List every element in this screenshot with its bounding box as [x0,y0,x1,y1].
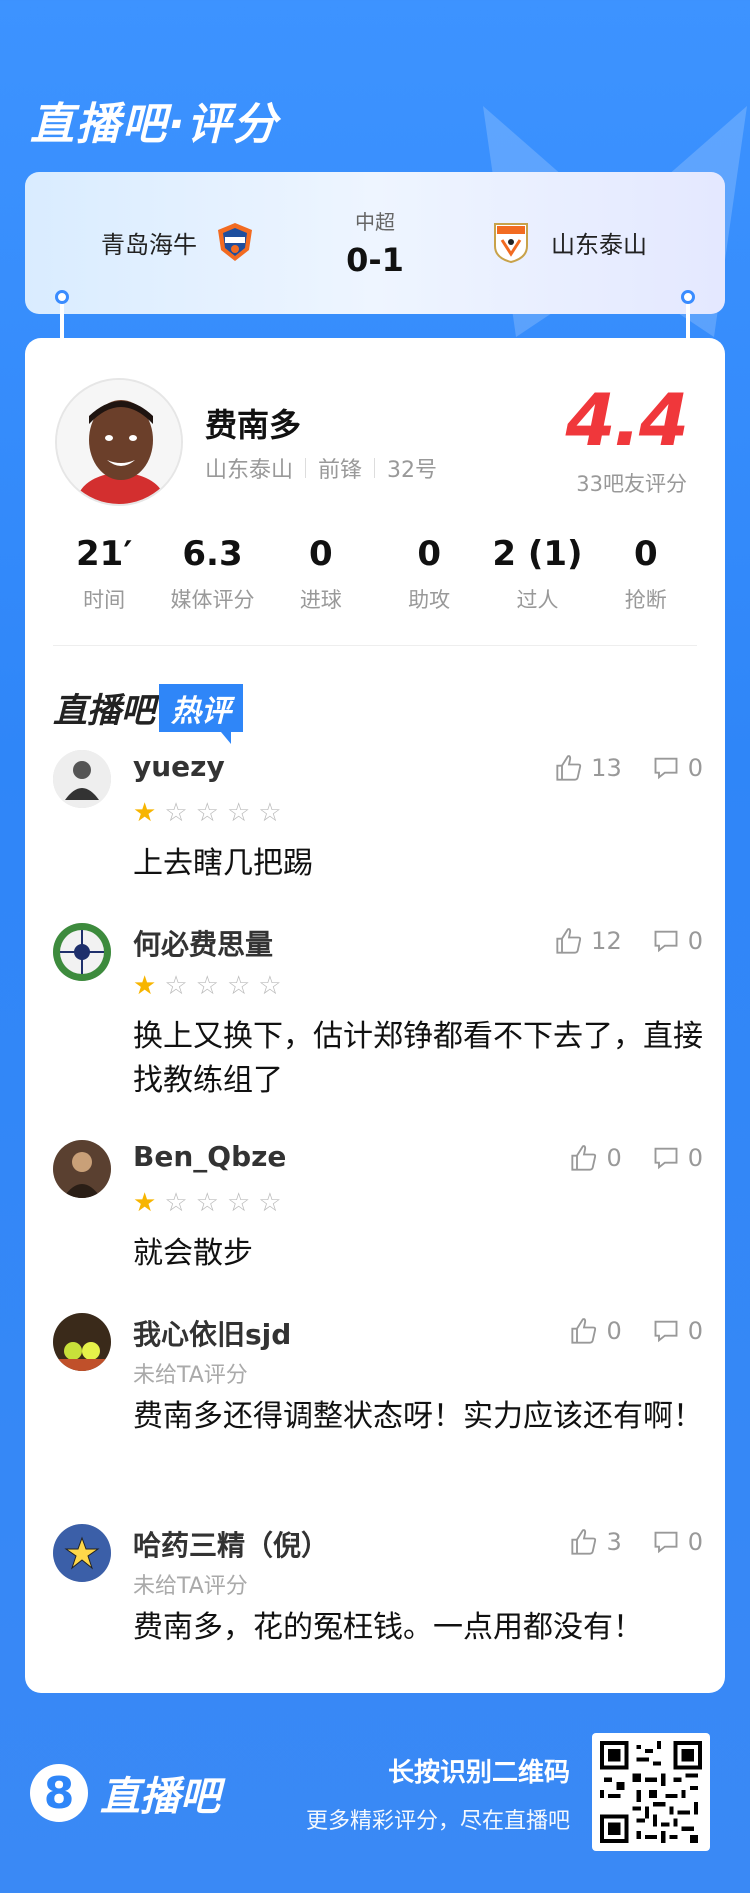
player-team: 山东泰山 [205,458,294,483]
qr-subtext: 更多精彩评分，尽在直播吧 [305,1809,570,1834]
away-team-logo-icon [494,223,528,264]
qr-code[interactable] [592,1733,710,1851]
player-position: 前锋 [318,458,363,483]
comment-actions: 3 0 [540,1528,703,1556]
player-meta: 山东泰山 前锋 32号 [205,452,437,484]
unrated-label: 未给TA评分 [133,1363,248,1388]
meta-divider [305,458,307,478]
comment-text: 就会散步 [133,1236,253,1271]
comment-bubble-icon [654,1320,678,1343]
stat-goals: 0 进球 [299,534,342,612]
reply-button[interactable]: 0 [652,927,703,955]
comment-actions: 13 0 [525,754,703,782]
brand-title: 直播吧·评分 [30,99,279,150]
like-button[interactable]: 3 [570,1528,622,1556]
stat-tackles: 0 抢断 [624,534,667,612]
star-icon: ★ [133,798,157,828]
comment-bubble-icon [654,930,678,953]
star-icon: ☆ [195,1188,219,1218]
commenter-avatar[interactable] [53,750,111,808]
star-rating: ★ ☆ ☆ ☆ ☆ [133,973,290,999]
star-rating: ★ ☆ ☆ ☆ ☆ [133,1190,290,1216]
thumbs-up-icon [556,928,582,954]
player-name: 费南多 [205,406,302,444]
reply-button[interactable]: 0 [652,754,703,782]
brand-logo-icon: 8 [30,1764,88,1822]
star-icon: ☆ [258,971,282,1001]
star-icon: ☆ [164,798,188,828]
qr-prompt: 长按识别二维码 [387,1758,570,1788]
match-card: 青岛海牛 中超 0-1 山东泰山 [25,172,725,314]
hot-comments-title: 直播吧 热评 [53,683,243,744]
stat-assists: 0 助攻 [408,534,451,612]
rating-card: 费南多 山东泰山 前锋 32号 4.4 33吧友评分 21′ 时间 6.3 媒体… [25,338,725,1693]
like-button[interactable]: 0 [570,1317,622,1345]
player-stats: 21′ 时间 6.3 媒体评分 0 进球 0 助攻 2 (1) 过人 0 抢断 [50,534,700,614]
footer-cta: 长按识别二维码 更多精彩评分，尽在直播吧 [306,1752,570,1835]
thumbs-up-icon [571,1145,597,1171]
stat-media-rating: 6.3 媒体评分 [170,534,255,612]
fan-rating-label: 33吧友评分 [576,472,687,496]
commenter-avatar[interactable] [53,1313,111,1371]
star-icon: ☆ [258,1188,282,1218]
star-icon: ☆ [164,1188,188,1218]
player-number: 32号 [387,458,438,483]
meta-divider [374,458,376,478]
star-rating: ★ ☆ ☆ ☆ ☆ [133,800,290,826]
star-icon: ☆ [195,971,219,1001]
section-divider [53,645,697,646]
star-icon: ☆ [164,971,188,1001]
reply-button[interactable]: 0 [652,1528,703,1556]
comment-bubble-icon [654,1531,678,1554]
unrated-label: 未给TA评分 [133,1574,248,1599]
star-icon: ★ [133,1188,157,1218]
commenter-avatar[interactable] [53,923,111,981]
stat-dribbles: 2 (1) 过人 [492,534,583,612]
commenter-name[interactable]: 我心依旧sjd [133,1313,291,1353]
commenter-name[interactable]: 哈药三精（倪） [133,1524,329,1564]
thumbs-up-icon [556,755,582,781]
thumbs-up-icon [571,1318,597,1344]
comment-bubble-icon [654,1147,678,1170]
thumbs-up-icon [571,1529,597,1555]
brand-logo-text: 直播吧 [100,1774,220,1820]
comment-text: 费南多，花的冤枉钱。一点用都没有！ [133,1610,643,1645]
star-icon: ★ [133,971,157,1001]
star-icon: ☆ [226,1188,251,1218]
footer-logo: 8 直播吧 [30,1764,220,1822]
comment-actions: 12 0 [525,927,703,955]
fan-rating-score: 4.4 [565,378,689,462]
star-icon: ☆ [226,971,251,1001]
comment-bubble-icon [654,757,678,780]
star-icon: ☆ [226,798,251,828]
reply-button[interactable]: 0 [652,1317,703,1345]
commenter-avatar[interactable] [53,1524,111,1582]
like-button[interactable]: 12 [555,927,622,955]
comment-actions: 0 0 [540,1144,703,1172]
stat-time: 21′ 时间 [76,534,133,612]
star-icon: ☆ [258,798,282,828]
commenter-avatar[interactable] [53,1140,111,1198]
commenter-name[interactable]: Ben_Qbze [133,1140,286,1173]
reply-button[interactable]: 0 [652,1144,703,1172]
like-button[interactable]: 13 [555,754,622,782]
like-button[interactable]: 0 [570,1144,622,1172]
player-avatar [55,378,183,506]
away-team: 山东泰山 [489,220,647,264]
star-icon: ☆ [195,798,219,828]
comment-text: 换上又换下，估计郑铮都看不下去了，直接找教练组了 [133,1019,703,1098]
away-team-name: 山东泰山 [551,230,647,259]
commenter-name[interactable]: 何必费思量 [133,923,273,963]
comment-actions: 0 0 [540,1317,703,1345]
comment-text: 费南多还得调整状态呀！实力应该还有啊！ [133,1399,703,1434]
comment-text: 上去瞎几把踢 [133,846,313,881]
commenter-name[interactable]: yuezy [133,750,225,783]
